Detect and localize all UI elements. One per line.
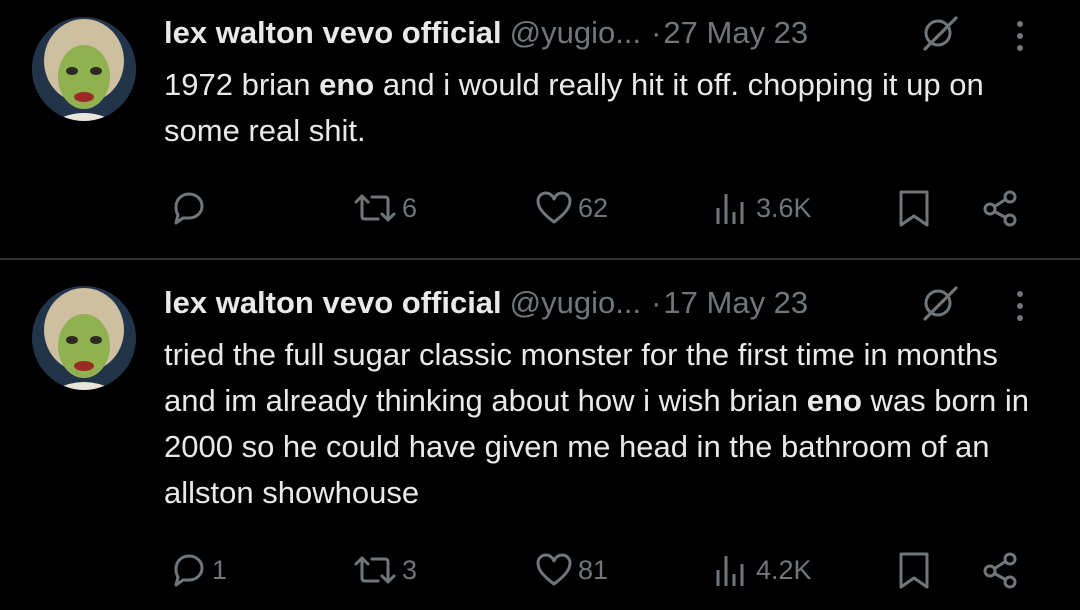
avatar[interactable]	[32, 286, 136, 390]
views-count: 3.6K	[756, 192, 812, 223]
action-bar: 1 3 81 4.2K	[0, 548, 1080, 592]
reply-bubble-icon	[168, 550, 208, 590]
header-separator: ·	[651, 15, 662, 50]
bar-chart-icon	[712, 550, 752, 590]
reply-count: 1	[212, 554, 228, 585]
bookmark-icon	[894, 188, 934, 228]
views-button[interactable]: 4.2K	[712, 548, 812, 592]
retweet-button[interactable]: 6	[352, 186, 417, 230]
views-count: 4.2K	[756, 554, 812, 585]
display-name[interactable]: lex walton vevo official	[164, 285, 502, 320]
action-bar: 6 62 3.6K	[0, 186, 1080, 230]
bar-chart-icon	[712, 188, 752, 228]
tweet-text: 1972 brian eno and i would really hit it…	[164, 62, 1054, 154]
tweet-text-segment: 1972 brian	[164, 67, 320, 102]
avatar[interactable]	[32, 17, 136, 121]
grok-slash-icon[interactable]	[920, 15, 960, 51]
bookmark-button[interactable]	[894, 186, 934, 230]
retweet-count: 3	[402, 554, 418, 585]
like-count: 62	[578, 192, 609, 223]
retweet-button[interactable]: 3	[352, 548, 417, 592]
more-vertical-icon[interactable]	[1014, 289, 1026, 323]
reply-button[interactable]: 1	[168, 548, 227, 592]
header-separator: ·	[651, 285, 662, 320]
views-button[interactable]: 3.6K	[712, 186, 812, 230]
user-handle[interactable]: @yugio...	[510, 285, 641, 320]
share-button[interactable]	[980, 186, 1020, 230]
reply-button[interactable]	[168, 186, 212, 230]
share-icon	[980, 550, 1020, 590]
tweet-date[interactable]: 17 May 23	[663, 285, 808, 320]
tweet-text: tried the full sugar classic monster for…	[164, 332, 1054, 516]
like-count: 81	[578, 554, 609, 585]
like-button[interactable]: 62	[534, 186, 608, 230]
tweet-text-bold-segment: eno	[319, 67, 375, 102]
heart-icon	[534, 188, 574, 228]
tweet[interactable]: lex walton vevo official @yugio... ·17 May…	[0, 260, 1080, 610]
tweet-text-bold-segment: eno	[806, 383, 862, 418]
heart-icon	[534, 550, 574, 590]
like-button[interactable]: 81	[534, 548, 608, 592]
bookmark-icon	[894, 550, 934, 590]
tweet-date[interactable]: 27 May 23	[663, 15, 808, 50]
grok-slash-icon[interactable]	[920, 285, 960, 321]
tweet-header: lex walton vevo official @yugio... ·17 May…	[164, 283, 1044, 323]
retweet-icon	[352, 188, 398, 228]
retweet-count: 6	[402, 192, 418, 223]
reply-bubble-icon	[168, 188, 208, 228]
more-vertical-icon[interactable]	[1014, 19, 1026, 53]
user-handle[interactable]: @yugio...	[510, 15, 641, 50]
display-name[interactable]: lex walton vevo official	[164, 15, 502, 50]
tweet-header: lex walton vevo official @yugio... ·27 May…	[164, 13, 1044, 53]
bookmark-button[interactable]	[894, 548, 934, 592]
retweet-icon	[352, 550, 398, 590]
share-button[interactable]	[980, 548, 1020, 592]
share-icon	[980, 188, 1020, 228]
tweet[interactable]: lex walton vevo official @yugio... ·27 May…	[0, 0, 1080, 258]
